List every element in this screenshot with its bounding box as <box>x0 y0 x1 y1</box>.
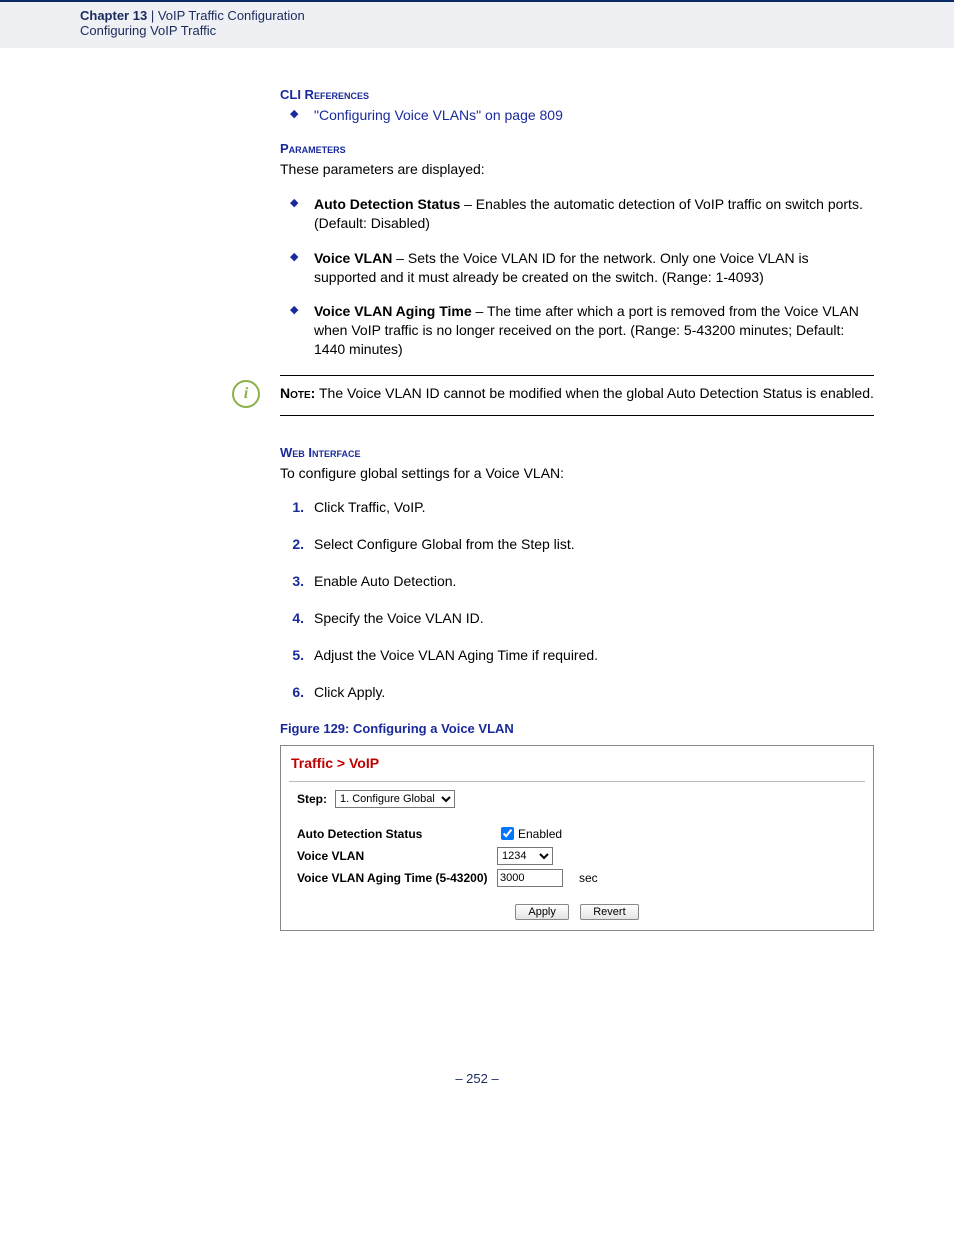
param-name: Auto Detection Status <box>314 196 460 212</box>
step-item: 5. Adjust the Voice VLAN Aging Time if re… <box>280 646 874 665</box>
note-block: i Note: The Voice VLAN ID cannot be modi… <box>280 384 874 403</box>
aging-time-input[interactable] <box>497 869 563 887</box>
web-steps: 1. Click Traffic, VoIP. 2. Select Configur… <box>280 498 874 701</box>
note-text: The Voice VLAN ID cannot be modified whe… <box>315 385 874 401</box>
web-heading: Web Interface <box>280 444 874 462</box>
page-content: CLI References "Configuring Voice VLANs"… <box>280 48 874 931</box>
cli-heading: CLI References <box>280 86 874 104</box>
apply-button[interactable]: Apply <box>515 904 569 920</box>
step-item: 6. Click Apply. <box>280 683 874 702</box>
chapter-label: Chapter 13 <box>80 8 147 23</box>
parameters-intro: These parameters are displayed: <box>280 160 874 179</box>
info-icon: i <box>232 380 260 408</box>
web-intro: To configure global settings for a Voice… <box>280 464 874 483</box>
cli-link-item: "Configuring Voice VLANs" on page 809 <box>280 106 874 125</box>
voice-vlan-label: Voice VLAN <box>297 848 497 864</box>
ui-breadcrumb: Traffic > VoIP <box>289 752 865 779</box>
page-header: Chapter 13 | VoIP Traffic Configuration … <box>0 0 954 48</box>
chapter-title: VoIP Traffic Configuration <box>158 8 305 23</box>
aging-time-row: Voice VLAN Aging Time (5-43200) sec <box>289 869 865 887</box>
revert-button[interactable]: Revert <box>580 904 638 920</box>
step-number: 3. <box>280 572 304 591</box>
param-name: Voice VLAN Aging Time <box>314 303 472 319</box>
step-number: 5. <box>280 646 304 665</box>
param-item: Voice VLAN Aging Time – The time after w… <box>280 302 874 359</box>
step-item: 2. Select Configure Global from the Step … <box>280 535 874 554</box>
step-text: Adjust the Voice VLAN Aging Time if requ… <box>314 647 598 663</box>
param-name: Voice VLAN <box>314 250 392 266</box>
auto-detection-row: Auto Detection Status Enabled <box>289 824 865 843</box>
step-text: Specify the Voice VLAN ID. <box>314 610 484 626</box>
parameters-list: Auto Detection Status – Enables the auto… <box>280 195 874 359</box>
cli-link[interactable]: "Configuring Voice VLANs" on page 809 <box>314 107 563 123</box>
step-row: Step: 1. Configure Global <box>289 790 865 808</box>
step-label: Step: <box>297 791 327 807</box>
enabled-label: Enabled <box>518 826 562 842</box>
voice-vlan-select[interactable]: 1234 <box>497 847 553 865</box>
header-subtitle: Configuring VoIP Traffic <box>80 23 954 38</box>
chapter-sep: | <box>147 8 158 23</box>
step-select[interactable]: 1. Configure Global <box>335 790 455 808</box>
step-number: 6. <box>280 683 304 702</box>
ui-panel: Traffic > VoIP Step: 1. Configure Global… <box>280 745 874 931</box>
voice-vlan-row: Voice VLAN 1234 <box>289 847 865 865</box>
step-text: Enable Auto Detection. <box>314 573 456 589</box>
step-item: 4. Specify the Voice VLAN ID. <box>280 609 874 628</box>
auto-detection-label: Auto Detection Status <box>297 826 497 842</box>
step-item: 1. Click Traffic, VoIP. <box>280 498 874 517</box>
note-separator-top <box>280 375 874 376</box>
auto-detection-checkbox[interactable] <box>501 827 514 840</box>
note-label: Note: <box>280 385 315 401</box>
cli-list: "Configuring Voice VLANs" on page 809 <box>280 106 874 125</box>
step-number: 4. <box>280 609 304 628</box>
aging-unit: sec <box>579 870 598 886</box>
step-text: Click Traffic, VoIP. <box>314 499 426 515</box>
param-item: Auto Detection Status – Enables the auto… <box>280 195 874 233</box>
step-text: Select Configure Global from the Step li… <box>314 536 575 552</box>
figure-title: Figure 129: Configuring a Voice VLAN <box>280 720 874 738</box>
button-row: Apply Revert <box>289 903 865 920</box>
step-number: 1. <box>280 498 304 517</box>
step-item: 3. Enable Auto Detection. <box>280 572 874 591</box>
step-text: Click Apply. <box>314 684 385 700</box>
aging-time-label: Voice VLAN Aging Time (5-43200) <box>297 870 497 886</box>
page-number: – 252 – <box>0 1071 954 1086</box>
param-item: Voice VLAN – Sets the Voice VLAN ID for … <box>280 249 874 287</box>
ui-divider <box>289 781 865 782</box>
parameters-heading: Parameters <box>280 140 874 158</box>
step-number: 2. <box>280 535 304 554</box>
note-separator-bottom <box>280 415 874 416</box>
